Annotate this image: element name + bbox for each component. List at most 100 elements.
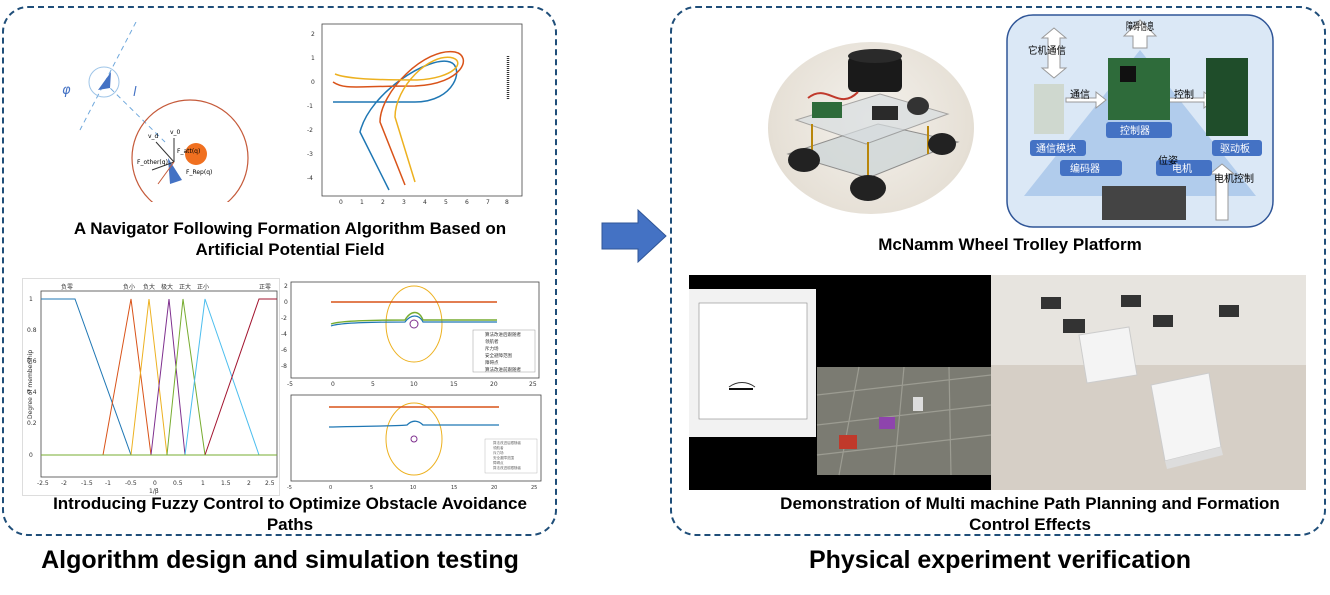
control-label: 控制 — [1174, 88, 1194, 101]
formation-trajectory-plot: 0 1 2 3 4 5 6 7 8 2 1 0 -1 -2 -3 -4 — [305, 22, 530, 210]
traj-ytick: -3 — [307, 151, 313, 158]
avoid-xtick: 25 — [531, 485, 537, 491]
l-label: l — [133, 85, 137, 100]
trolley-caption: McNamm Wheel Trolley Platform — [878, 235, 1142, 254]
traj-xtick: 7 — [486, 199, 490, 206]
robot-photo — [768, 42, 974, 214]
right-section-title: Physical experiment verification — [808, 546, 1192, 574]
phi-label: φ — [62, 83, 71, 98]
fatt-label: F_att(q) — [177, 148, 200, 155]
left-section-title: Algorithm design and simulation testing — [41, 546, 519, 574]
traj-ytick: 1 — [311, 55, 315, 62]
avoid-ytick: -8 — [281, 363, 287, 370]
avoid-xtick: 20 — [491, 485, 497, 491]
avoid-ytick: -2 — [281, 315, 287, 322]
legend-item: 领航者 — [493, 445, 504, 450]
avoid-ytick: 2 — [284, 283, 288, 290]
system-block-diagram: 障碍信息 它机通信 通信 控制 位姿 电机控制 通信模块 控制器 驱动板 编码器… — [1006, 14, 1274, 228]
avoid-ytick: -4 — [281, 331, 287, 338]
traj-xtick: 1 — [360, 199, 364, 206]
mf-ytick: 1 — [29, 296, 33, 303]
traj-ytick: 0 — [311, 79, 315, 86]
mf-ytick: 0 — [29, 452, 33, 459]
legend-item: 算法改进后跟随者 — [493, 440, 521, 445]
obstacle-info-label: 障碍信息 — [1126, 20, 1154, 33]
controller-label: 控制器 — [1120, 124, 1150, 137]
mf-label: 正大 — [179, 283, 191, 291]
driver-board-label: 驱动板 — [1220, 142, 1250, 155]
legend-item: 斥力场 — [493, 450, 504, 455]
mf-xtick: -1.5 — [81, 480, 93, 487]
avoid-xtick: 5 — [370, 485, 373, 491]
motor-control-label: 电机控制 — [1214, 172, 1254, 185]
mf-label: 正小 — [197, 283, 209, 291]
comm-module-label: 通信模块 — [1036, 143, 1076, 155]
avoid-xtick: 15 — [451, 485, 457, 491]
legend-item: 斥力场 — [485, 345, 499, 352]
avoid-ytick: -6 — [281, 347, 287, 354]
demo-caption: Demonstration of Multi machine Path Plan… — [780, 494, 1280, 534]
legend-item: 安全避障范围 — [493, 455, 514, 460]
v0-label: v_0 — [170, 129, 181, 136]
traj-ytick: -4 — [307, 175, 313, 182]
traj-xtick: 2 — [381, 199, 385, 206]
mf-label: 负零 — [61, 283, 73, 291]
traj-xtick: 8 — [505, 199, 509, 206]
traj-ytick: -2 — [307, 127, 313, 134]
avoid-xtick: 5 — [371, 381, 375, 388]
legend-item: 安全避障范围 — [485, 352, 512, 359]
traj-ytick: 2 — [311, 31, 315, 38]
legend-item: 算法改进后跟随者 — [485, 331, 521, 338]
mf-xtick: 2.5 — [265, 480, 275, 487]
mf-xtick: 0 — [153, 480, 157, 487]
other-comm-label: 它机通信 — [1028, 44, 1066, 57]
fuzzy-membership-plot: 负零 负小 负大 极大 正大 正小 正零 1 0.8 0.6 0.4 0.2 0… — [22, 278, 280, 496]
mf-xtick: -2 — [61, 480, 67, 487]
avoid-xtick: 15 — [450, 381, 458, 388]
demo-video-frame — [689, 275, 1306, 490]
mf-xtick: 2 — [247, 480, 251, 487]
traj-xtick: 0 — [339, 199, 343, 206]
avoid-xtick: 20 — [490, 381, 498, 388]
frep-label: F_Rep(q) — [186, 169, 212, 176]
mf-xtick: 1 — [201, 480, 205, 487]
mf-ylabel: Degree of membership — [27, 350, 34, 419]
mf-label: 极大 — [161, 283, 173, 291]
mf-label: 正零 — [259, 284, 271, 291]
traj-xtick: 5 — [444, 199, 448, 206]
legend-item: 障碍点 — [493, 460, 504, 465]
obstacle-avoidance-plot-top: 算法改进后跟随者 领航者 斥力场 安全避障范围 障碍点 算法改进前跟随者 2 0… — [281, 280, 543, 390]
obstacle-avoidance-plot-bottom: 算法改进后跟随者 领航者 斥力场 安全避障范围 障碍点 算法改进前跟随者 -5 … — [281, 393, 543, 493]
avoid-xtick: 10 — [410, 485, 416, 491]
avoid-xtick: 0 — [331, 381, 335, 388]
mf-label: 负大 — [143, 283, 155, 291]
avoid-xtick: 25 — [529, 381, 537, 388]
traj-xtick: 6 — [465, 199, 469, 206]
legend-item: 算法改进前跟随者 — [493, 465, 521, 470]
avoid-ytick: 0 — [284, 299, 288, 306]
fuzzy-caption: Introducing Fuzzy Control to Optimize Ob… — [53, 494, 527, 534]
mf-label: 负小 — [123, 283, 135, 291]
mf-ytick: 0.8 — [27, 327, 37, 334]
avoid-xtick: -5 — [287, 381, 293, 388]
flow-arrow-icon — [600, 208, 668, 264]
traj-ytick: -1 — [307, 103, 313, 110]
mf-xtick: -2.5 — [37, 480, 49, 487]
legend-item: 障碍点 — [485, 359, 499, 366]
comm-label: 通信 — [1070, 89, 1090, 101]
mf-xtick: 0.5 — [173, 480, 183, 487]
traj-xtick: 3 — [402, 199, 406, 206]
avoid-xtick: 10 — [410, 381, 418, 388]
legend-item: 领航者 — [485, 338, 499, 345]
mf-xtick: 1.5 — [221, 480, 231, 487]
apf-caption: A Navigator Following Formation Algorith… — [73, 219, 507, 259]
traj-xtick: 4 — [423, 199, 427, 206]
mf-ytick: 0.2 — [27, 420, 37, 427]
apf-force-diagram: φ l v_d v_0 F_att(q) F_other(q) F_Rep(q) — [40, 22, 280, 202]
vd-label: v_d — [148, 133, 159, 140]
mf-xtick: -1 — [105, 480, 111, 487]
motor-label: 电机 — [1172, 162, 1192, 175]
avoid-xtick: -5 — [287, 485, 292, 491]
mf-xtick: -0.5 — [125, 480, 137, 487]
fother-label: F_other(q) — [137, 159, 168, 166]
